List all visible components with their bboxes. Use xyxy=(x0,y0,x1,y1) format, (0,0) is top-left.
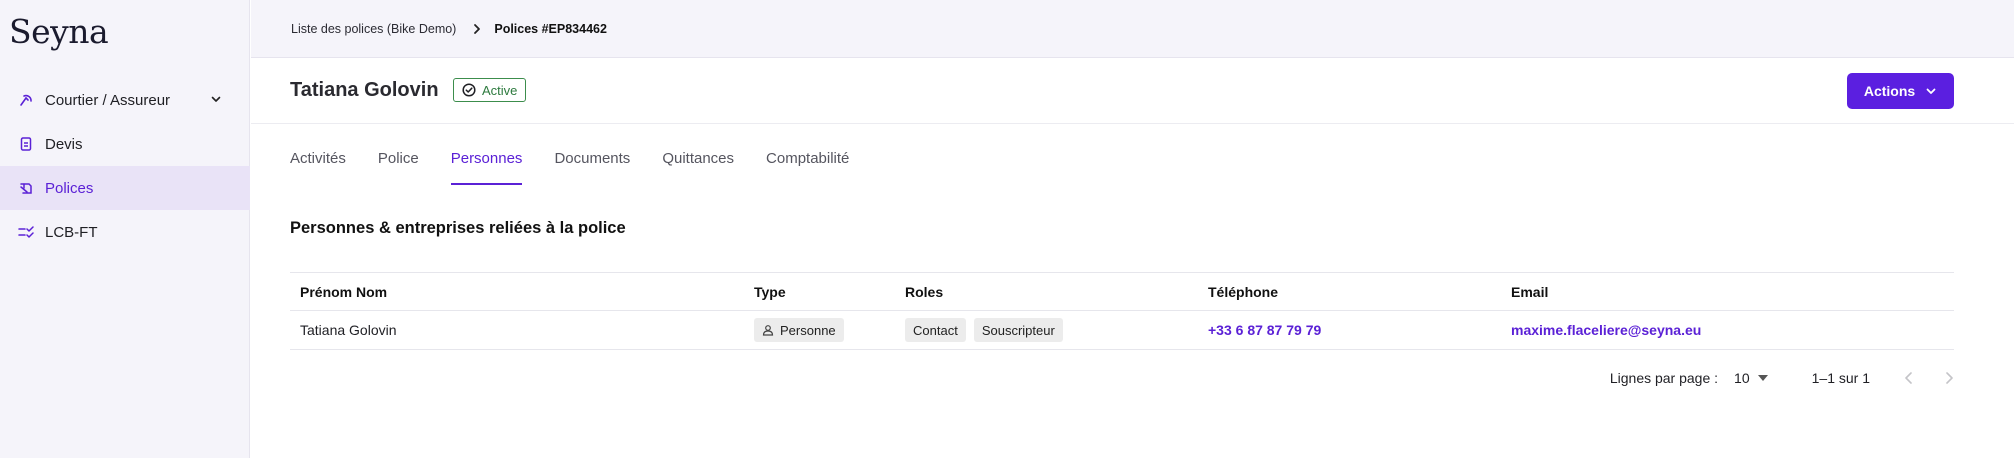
user-icon xyxy=(762,324,774,336)
sidebar-item-label: Devis xyxy=(45,135,83,153)
column-header-name: Prénom Nom xyxy=(300,283,388,300)
chevron-right-icon xyxy=(472,23,482,35)
page-header: Tatiana Golovin Active Actions xyxy=(251,58,2014,124)
type-cell: Personne xyxy=(744,318,895,342)
check-circle-icon xyxy=(462,83,476,97)
column-header-type: Type xyxy=(754,283,786,300)
section-title: Personnes & entreprises reliées à la pol… xyxy=(290,219,626,237)
sidebar-item-label: Courtier / Assureur xyxy=(45,91,171,109)
actions-label: Actions xyxy=(1863,83,1916,99)
tab-quittances[interactable]: Quittances xyxy=(662,150,734,186)
sidebar-item-polices[interactable]: Polices xyxy=(0,166,250,210)
type-chip: Personne xyxy=(754,318,844,342)
persons-table: Prénom Nom Type Roles Téléphone Email Ta… xyxy=(290,272,1954,350)
breadcrumb: Liste des polices (Bike Demo) Polices #E… xyxy=(251,0,2014,58)
column-header-email: Email xyxy=(1511,283,1549,300)
rows-per-page-value: 10 xyxy=(1734,370,1750,386)
roles-cell: Contact Souscripteur xyxy=(895,318,1198,342)
email-link[interactable]: maxime.flaceliere@seyna.eu xyxy=(1511,322,1701,338)
table-header-row: Prénom Nom Type Roles Téléphone Email xyxy=(290,272,1954,311)
status-label: Active xyxy=(482,82,518,98)
app-logo[interactable]: Seyna xyxy=(9,12,109,51)
policy-icon xyxy=(18,180,34,196)
email-cell: maxime.flaceliere@seyna.eu xyxy=(1501,322,1954,338)
sidebar-item-lcb-ft[interactable]: LCB-FT xyxy=(0,210,250,254)
tab-police[interactable]: Police xyxy=(378,150,419,186)
caret-down-icon xyxy=(1757,375,1768,381)
actions-button[interactable]: Actions xyxy=(1847,73,1954,109)
tab-comptabilite[interactable]: Comptabilité xyxy=(766,150,849,186)
role-chip: Contact xyxy=(905,318,966,342)
sidebar-item-devis[interactable]: Devis xyxy=(0,122,250,166)
rows-per-page-label: Lignes par page : xyxy=(1609,370,1719,386)
phone-link[interactable]: +33 6 87 87 79 79 xyxy=(1208,322,1321,338)
chevron-down-icon xyxy=(210,92,222,109)
tab-bar: Activités Police Personnes Documents Qui… xyxy=(290,150,881,186)
page-range: 1–1 sur 1 xyxy=(1811,370,1870,386)
role-chip: Souscripteur xyxy=(973,318,1063,342)
sidebar-item-courtier-assureur[interactable]: Courtier / Assureur xyxy=(0,78,250,122)
type-label: Personne xyxy=(780,322,836,338)
tab-personnes[interactable]: Personnes xyxy=(450,150,522,186)
column-header-phone: Téléphone xyxy=(1208,283,1279,300)
breadcrumb-current: Polices #EP834462 xyxy=(494,21,607,36)
table-row[interactable]: Tatiana Golovin Personne Contact Souscri… xyxy=(290,311,1954,350)
page-title: Tatiana Golovin xyxy=(290,79,439,101)
prev-page-icon[interactable] xyxy=(1904,371,1914,385)
pagination: Lignes par page : 10 1–1 sur 1 xyxy=(1610,364,1954,392)
rows-per-page-select[interactable]: 10 xyxy=(1734,370,1768,386)
next-page-icon[interactable] xyxy=(1944,371,1954,385)
broker-icon xyxy=(18,92,34,108)
person-name-cell: Tatiana Golovin xyxy=(300,322,397,338)
sidebar-item-label: LCB-FT xyxy=(45,223,98,241)
column-header-roles: Roles xyxy=(905,283,944,300)
tab-activites[interactable]: Activités xyxy=(290,150,346,186)
document-icon xyxy=(18,136,34,152)
breadcrumb-parent-link[interactable]: Liste des polices (Bike Demo) xyxy=(291,22,456,36)
sidebar: Seyna Courtier / Assureur Devis Polices xyxy=(0,0,250,458)
phone-cell: +33 6 87 87 79 79 xyxy=(1198,322,1501,338)
status-badge: Active xyxy=(453,78,527,102)
checklist-icon xyxy=(18,224,34,240)
tab-documents[interactable]: Documents xyxy=(554,150,630,186)
sidebar-item-label: Polices xyxy=(45,179,94,197)
chevron-down-icon xyxy=(1925,85,1937,97)
